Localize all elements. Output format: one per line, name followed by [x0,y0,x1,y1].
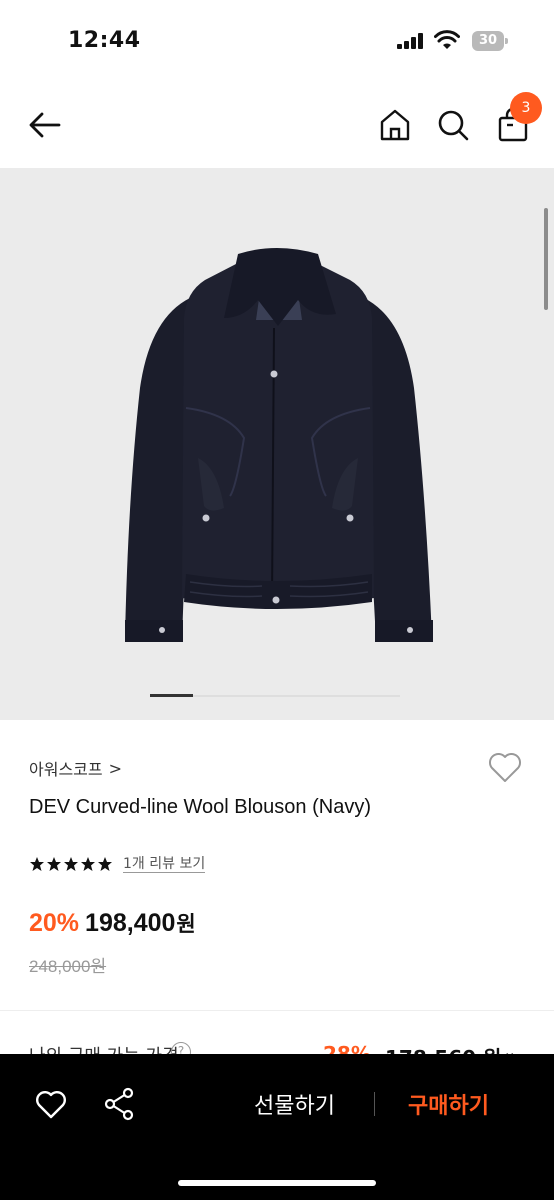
divider [0,1010,554,1011]
wifi-icon [434,30,460,49]
status-bar: 12:44 30 [0,0,554,84]
signal-icon [397,33,423,49]
chevron-right-icon: > [108,758,123,778]
my-price-row[interactable]: 나의 구매 가능 가격 ? 28% 178,560 원 ⌄ [0,1040,554,1054]
original-price: 248,000원 [29,957,107,976]
status-time: 12:44 [68,28,141,53]
wishlist-heart-icon[interactable] [486,749,524,785]
home-icon[interactable] [376,106,414,144]
my-price-value: 178,560 원 [385,1042,501,1054]
price-row: 20% 198,400 원 [29,908,196,938]
rating-row: 1개 리뷰 보기 [29,853,206,875]
star-icon [47,857,61,871]
search-icon[interactable] [434,106,472,144]
my-price-label: 나의 구매 가능 가격 [29,1042,179,1054]
discount-rate: 20% [29,909,80,937]
share-icon[interactable] [103,1087,135,1121]
sale-price: 198,400 [85,909,176,937]
star-icon [81,857,95,871]
star-icon [30,857,44,871]
scroll-indicator[interactable] [544,208,548,310]
brand-link[interactable]: 아워스코프 > [29,756,122,780]
review-link[interactable]: 1개 리뷰 보기 [123,856,206,873]
battery-icon: 30 [472,31,508,51]
battery-level: 30 [478,33,498,48]
gift-button[interactable]: 선물하기 [254,1088,335,1120]
heart-icon[interactable] [34,1088,68,1120]
bottom-action-bar: 선물하기 구매하기 [0,1054,554,1200]
buy-button[interactable]: 구매하기 [408,1088,489,1120]
my-price-discount: 28% [323,1042,371,1054]
brand-name: 아워스코프 [29,760,103,779]
product-title: DEV Curved-line Wool Blouson (Navy) [29,796,371,818]
cart-badge: 3 [510,92,542,124]
separator [374,1092,375,1116]
chevron-down-icon[interactable]: ⌄ [503,1042,516,1054]
carousel-active-indicator [150,694,193,697]
back-arrow-icon[interactable] [24,104,66,146]
rating-stars [29,856,113,872]
help-icon[interactable]: ? [171,1042,191,1054]
star-icon [64,857,78,871]
star-icon [98,857,112,871]
home-indicator[interactable] [178,1180,376,1186]
top-navigation: 3 [0,84,554,168]
product-image [125,248,433,642]
currency: 원 [176,912,196,936]
product-image-carousel[interactable] [0,168,554,720]
